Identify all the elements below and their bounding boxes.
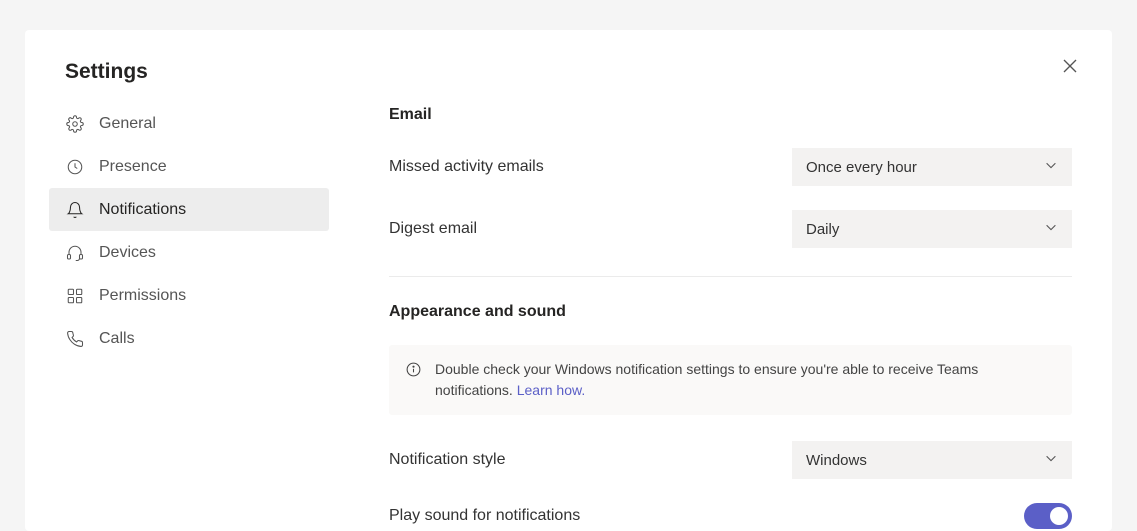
play-sound-toggle[interactable] [1024,503,1072,529]
headset-icon [65,243,85,263]
main-panel: Email Missed activity emails Once every … [389,102,1072,531]
section-appearance-title: Appearance and sound [389,303,1072,321]
sidebar-item-label: Notifications [99,201,186,219]
sidebar-item-label: Presence [99,158,167,176]
notification-style-select[interactable]: Windows [792,441,1072,479]
close-icon [1062,58,1078,79]
sidebar-item-label: Permissions [99,287,186,305]
section-email-title: Email [389,106,1072,124]
row-missed-activity: Missed activity emails Once every hour [389,148,1072,186]
row-digest-email: Digest email Daily [389,210,1072,248]
sidebar-item-presence[interactable]: Presence [49,145,329,188]
notification-style-label: Notification style [389,451,506,469]
phone-icon [65,329,85,349]
settings-dialog: Settings General Presence Notifications [25,30,1112,531]
select-value: Daily [806,221,839,238]
gear-icon [65,114,85,134]
sidebar-item-permissions[interactable]: Permissions [49,274,329,317]
info-icon [405,361,423,379]
digest-email-select[interactable]: Daily [792,210,1072,248]
missed-activity-select[interactable]: Once every hour [792,148,1072,186]
toggle-knob [1050,507,1068,525]
sidebar-item-notifications[interactable]: Notifications [49,188,329,231]
sidebar-item-devices[interactable]: Devices [49,231,329,274]
section-divider [389,276,1072,277]
sidebar: General Presence Notifications Devices [49,102,329,531]
select-value: Once every hour [806,159,917,176]
row-play-sound: Play sound for notifications [389,503,1072,529]
info-banner: Double check your Windows notification s… [389,345,1072,415]
learn-how-link[interactable]: Learn how. [517,382,586,398]
select-value: Windows [806,452,867,469]
missed-activity-label: Missed activity emails [389,158,544,176]
chevron-down-icon [1044,220,1058,238]
play-sound-label: Play sound for notifications [389,507,580,525]
row-notification-style: Notification style Windows [389,441,1072,479]
sidebar-item-label: Calls [99,330,135,348]
bell-icon [65,200,85,220]
sidebar-item-label: General [99,115,156,133]
page-title: Settings [65,60,1072,84]
info-text-wrap: Double check your Windows notification s… [435,359,1056,401]
sidebar-item-calls[interactable]: Calls [49,317,329,360]
content: General Presence Notifications Devices [65,102,1072,531]
chevron-down-icon [1044,451,1058,469]
chevron-down-icon [1044,158,1058,176]
digest-email-label: Digest email [389,220,477,238]
close-button[interactable] [1056,54,1084,82]
clock-icon [65,157,85,177]
sidebar-item-general[interactable]: General [49,102,329,145]
apps-icon [65,286,85,306]
sidebar-item-label: Devices [99,244,156,262]
